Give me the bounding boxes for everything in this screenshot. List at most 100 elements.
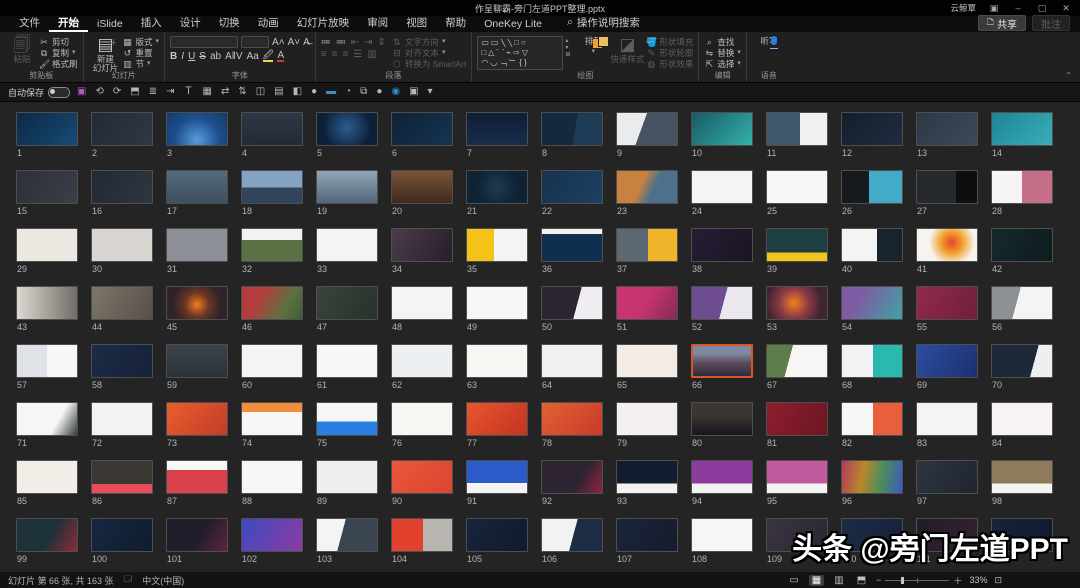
numbering-icon[interactable]: ≕ (336, 38, 346, 48)
tab-幻灯片放映[interactable]: 幻灯片放映 (288, 14, 359, 32)
zoom-in-icon[interactable]: ＋ (953, 574, 962, 587)
slide-thumbnail[interactable] (16, 228, 78, 262)
slide-thumbnail[interactable] (391, 170, 453, 204)
tab-开始[interactable]: 开始 (49, 14, 88, 32)
slide-thumbnail[interactable] (766, 402, 828, 436)
slide-thumbnail[interactable] (466, 402, 528, 436)
slide-thumbnail[interactable] (991, 286, 1053, 320)
timer-icon[interactable]: ◔ (345, 86, 351, 98)
shape-outline-button[interactable]: ✎形状轮廓 (646, 48, 693, 58)
tab-视图[interactable]: 视图 (397, 14, 436, 32)
tab-帮助[interactable]: 帮助 (436, 14, 475, 32)
undo-icon[interactable]: ⟲ (95, 86, 103, 98)
slide-thumbnail[interactable] (391, 344, 453, 378)
slide-thumbnail[interactable] (91, 460, 153, 494)
slide-thumbnail[interactable] (466, 344, 528, 378)
shape-icon[interactable]: ◧ (293, 86, 302, 98)
slide-thumbnail[interactable] (916, 286, 978, 320)
zoom-thumb[interactable] (901, 577, 904, 584)
slide-thumbnail[interactable] (691, 228, 753, 262)
tab-iSlide[interactable]: iSlide (88, 17, 132, 32)
layout-icon[interactable]: ▤ (274, 86, 283, 98)
slide-thumbnail[interactable] (616, 460, 678, 494)
text-shadow-button[interactable]: ab (210, 51, 221, 62)
align-right-icon[interactable]: ≡ (342, 50, 348, 60)
new-slide-button[interactable]: ▤＋ 新建 幻灯片 (89, 36, 123, 73)
slide-thumbnail[interactable] (691, 112, 753, 146)
slide-thumbnail[interactable] (916, 228, 978, 262)
slide-thumbnail[interactable] (391, 460, 453, 494)
convert-smartart-button[interactable]: ⬡转换为 SmartArt (392, 59, 466, 69)
slide-thumbnail[interactable] (991, 460, 1053, 494)
indent-icon[interactable]: ⇥ (166, 86, 174, 98)
dictate-button[interactable]: 听写 (752, 36, 786, 46)
slide-thumbnail[interactable] (166, 170, 228, 204)
highlight-color-button[interactable]: 🖉 (263, 51, 274, 62)
swap-icon[interactable]: ⇄ (221, 86, 229, 98)
frame-icon[interactable]: ▣ (409, 86, 418, 98)
start-slideshow-icon[interactable]: ⬒ (130, 86, 139, 98)
slide-thumbnail[interactable] (316, 402, 378, 436)
text-direction-button[interactable]: ⇅文字方向▾ (392, 37, 466, 47)
slide-thumbnail[interactable] (541, 460, 603, 494)
slide-thumbnail[interactable] (841, 344, 903, 378)
notes-icon[interactable]: 🗔 (124, 573, 133, 587)
underline-button[interactable]: U (188, 51, 195, 62)
slide-thumbnail[interactable] (466, 460, 528, 494)
slide-thumbnail[interactable] (616, 344, 678, 378)
text-format-icon[interactable]: Ｔ (183, 86, 193, 98)
paste-button[interactable]: 🗐 粘贴 (5, 36, 39, 64)
slide-thumbnail[interactable] (616, 112, 678, 146)
tab-OneKey Lite[interactable]: OneKey Lite (475, 17, 551, 32)
decrease-indent-icon[interactable]: ⇤ (351, 38, 359, 48)
slide-thumbnail[interactable] (916, 112, 978, 146)
copy-button[interactable]: ⧉复制▾ (39, 48, 78, 58)
tab-审阅[interactable]: 审阅 (358, 14, 397, 32)
zoom-track[interactable] (885, 580, 949, 581)
slide-thumbnail[interactable] (91, 402, 153, 436)
slide-thumbnail[interactable] (541, 170, 603, 204)
slide-thumbnail[interactable] (166, 112, 228, 146)
slide-thumbnail[interactable] (541, 286, 603, 320)
slide-thumbnail[interactable] (166, 460, 228, 494)
shapes-gallery[interactable]: ▭▭╲╲□○ □△⌒⌁⇨▽ ◠◡﹁﹂{} (477, 36, 563, 70)
slide-thumbnail[interactable] (991, 344, 1053, 378)
slide-thumbnail[interactable] (841, 228, 903, 262)
slide-thumbnail[interactable] (316, 460, 378, 494)
justify-icon[interactable]: ☰ (353, 50, 362, 60)
slide-thumbnail[interactable] (691, 170, 753, 204)
slide-thumbnail[interactable] (691, 286, 753, 320)
reset-button[interactable]: ↺重置 (123, 48, 160, 58)
slide-thumbnail[interactable] (466, 518, 528, 552)
slideshow-button[interactable]: ⬒ (854, 575, 869, 586)
tab-设计[interactable]: 设计 (171, 14, 210, 32)
line-spacing-icon[interactable]: ⇕ (378, 38, 386, 48)
zoom-slider[interactable]: − ＋ (876, 574, 962, 587)
slide-thumbnail[interactable] (16, 402, 78, 436)
slide-thumbnail[interactable] (316, 112, 378, 146)
minimize-icon[interactable]: – (1012, 3, 1024, 13)
font-size-combo[interactable] (241, 36, 269, 48)
slide-thumbnail[interactable] (91, 286, 153, 320)
collapse-ribbon-icon[interactable]: ⌃ (1065, 71, 1072, 80)
bold-button[interactable]: B (170, 51, 177, 62)
section-button[interactable]: ▥节▾ (123, 59, 160, 69)
layout-button[interactable]: ▦版式▾ (123, 37, 160, 47)
shrink-font-icon[interactable]: A˅ (288, 37, 301, 48)
account-name[interactable]: 云鲸覃 (950, 2, 976, 14)
arrange-button[interactable]: 排列 ▾ (576, 36, 610, 55)
slide-thumbnail[interactable] (766, 170, 828, 204)
slide-thumbnail[interactable] (391, 228, 453, 262)
language-indicator[interactable]: 中文(中国) (142, 574, 184, 587)
slide-thumbnail[interactable] (166, 402, 228, 436)
slide-thumbnail[interactable] (541, 518, 603, 552)
align-left-icon[interactable]: ≡ (321, 50, 327, 60)
shape-effects-button[interactable]: ◍形状效果 (646, 59, 693, 69)
slide-thumbnail[interactable] (316, 518, 378, 552)
slide-thumbnail[interactable] (991, 112, 1053, 146)
grow-font-icon[interactable]: A˄ (272, 37, 285, 48)
fit-slide-icon[interactable]: ⊡ (994, 575, 1002, 586)
chart-icon[interactable]: ▦ (202, 86, 211, 98)
tab-切换[interactable]: 切换 (210, 14, 249, 32)
slide-thumbnail[interactable] (766, 286, 828, 320)
